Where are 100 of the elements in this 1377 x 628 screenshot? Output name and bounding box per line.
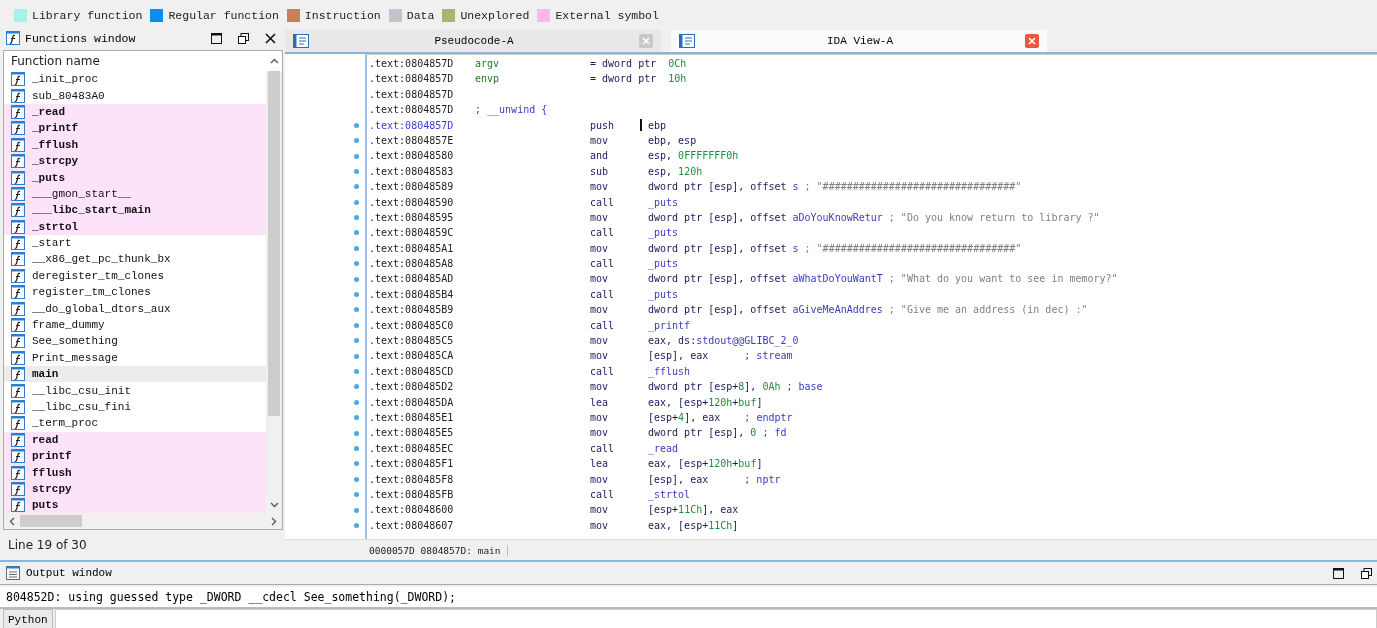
address: .text:080485A1 [369, 241, 455, 256]
mnemonic: mov [590, 133, 610, 148]
address: .text:0804857E [369, 133, 455, 148]
string-comment: ; "################################" [803, 180, 1022, 195]
function-icon [11, 350, 25, 365]
function-icon [11, 219, 25, 234]
command-input[interactable] [54, 609, 1377, 628]
address: .text:080485E1 [369, 411, 455, 425]
symbol-name: s [792, 180, 799, 195]
mnemonic: call [590, 195, 616, 210]
address: .text:08048580 [369, 149, 455, 164]
function-row[interactable]: __do_global_dtors_aux [4, 300, 266, 317]
function-row[interactable]: main [4, 366, 266, 383]
function-row[interactable]: __libc_csu_init [4, 382, 266, 399]
legend-label: Unexplored [460, 8, 530, 22]
mnemonic: lea [590, 395, 610, 410]
operand: ] [756, 395, 763, 410]
function-row[interactable]: _puts [4, 169, 266, 186]
function-row[interactable]: _start [4, 234, 266, 252]
function-row[interactable]: frame_dummy [4, 316, 266, 334]
operand: [esp], eax [648, 349, 710, 364]
column-header[interactable]: Function name [11, 54, 266, 68]
function-icon [11, 285, 25, 300]
function-row[interactable]: sub_80483A0 [4, 87, 266, 104]
scrollbar-thumb[interactable] [268, 71, 280, 416]
symbol-name: ; fd [761, 426, 787, 441]
function-row[interactable]: deregister_tm_clones [4, 267, 266, 285]
restore-button[interactable] [1359, 566, 1373, 580]
function-row[interactable]: ___libc_start_main [4, 202, 266, 219]
address: .text:0804857D [369, 72, 455, 87]
mnemonic: call [590, 441, 616, 456]
function-icon [11, 367, 25, 382]
function-row[interactable]: register_tm_clones [4, 284, 266, 301]
operand: = dword ptr [590, 72, 658, 87]
address: .text:08048595 [369, 210, 455, 225]
legend-label: Library function [32, 8, 143, 22]
restore-button[interactable] [236, 31, 250, 45]
document-icon [293, 34, 309, 48]
symbol-name: ; stream [744, 349, 793, 364]
function-row[interactable]: _term_proc [4, 415, 266, 432]
operand: ] [756, 457, 763, 472]
mnemonic: call [590, 257, 616, 272]
maximize-button[interactable] [209, 31, 223, 45]
mnemonic: lea [590, 457, 610, 472]
address: .text:080485A8 [369, 257, 455, 272]
operand: eax, [esp+ [648, 518, 709, 533]
function-row[interactable]: See_something [4, 333, 266, 350]
function-icon [11, 88, 25, 103]
close-icon[interactable] [1025, 34, 1039, 48]
symbol-name: ; __unwind { [475, 103, 548, 118]
function-row[interactable]: __x86_get_pc_thunk_bx [4, 251, 266, 268]
function-row[interactable]: _read [4, 103, 266, 121]
function-icon [11, 252, 25, 267]
function-row[interactable]: puts [4, 497, 266, 513]
function-row[interactable]: read [4, 431, 266, 448]
address: .text:080485FB [369, 487, 455, 502]
function-row[interactable]: _init_proc [4, 71, 266, 88]
address: .text:080485F1 [369, 457, 455, 472]
operand: = dword ptr [590, 57, 658, 71]
address: .text:0804857D [369, 118, 455, 133]
address: .text:0804857D [369, 87, 455, 102]
function-icon [11, 400, 25, 414]
tab[interactable]: Pseudocode-A [285, 30, 661, 52]
function-icon [11, 236, 25, 251]
close-button[interactable] [263, 31, 277, 45]
function-icon [11, 416, 25, 431]
function-row[interactable]: _printf [4, 120, 266, 137]
symbol-name: _read [648, 441, 679, 457]
function-row[interactable]: fflush [4, 464, 266, 481]
operand: ] [732, 518, 739, 533]
address: .text:080485AD [369, 272, 455, 287]
scrollbar-thumb[interactable] [20, 515, 82, 527]
operand: dword ptr [esp], offset [648, 180, 788, 195]
address: .text:0804857D [369, 57, 455, 71]
operand: + [732, 395, 739, 410]
operand: [esp], eax [648, 472, 710, 487]
function-icon [11, 268, 25, 283]
operand: dword ptr [esp], offset [648, 272, 788, 287]
tab[interactable]: IDA View-A [671, 30, 1047, 52]
string-comment: ; "Give me an address (in dec) :" [887, 303, 1088, 318]
number: 8 [738, 380, 745, 395]
operand: dword ptr [esp], offset [648, 303, 788, 318]
function-icon [11, 137, 25, 152]
operand: [esp+ [648, 411, 679, 425]
function-row[interactable]: __libc_csu_fini [4, 398, 266, 416]
string-comment: ; "What do you want to see in memory?" [887, 272, 1118, 287]
address: .text:080485EC [369, 441, 455, 456]
number: 0Ah [762, 380, 781, 395]
language-button[interactable]: Python [3, 609, 53, 628]
address: .text:080485F8 [369, 472, 455, 487]
address: .text:080485C0 [369, 318, 455, 333]
function-icon [11, 104, 25, 119]
operand: eax, ds: [648, 334, 697, 349]
function-row[interactable]: Print_message [4, 349, 266, 367]
mnemonic: call [590, 364, 616, 379]
maximize-button[interactable] [1331, 566, 1345, 580]
symbol-name: ; nptr [744, 472, 781, 487]
mnemonic: mov [590, 349, 610, 364]
address: .text:080485B9 [369, 303, 455, 318]
number: 0 [750, 426, 757, 441]
